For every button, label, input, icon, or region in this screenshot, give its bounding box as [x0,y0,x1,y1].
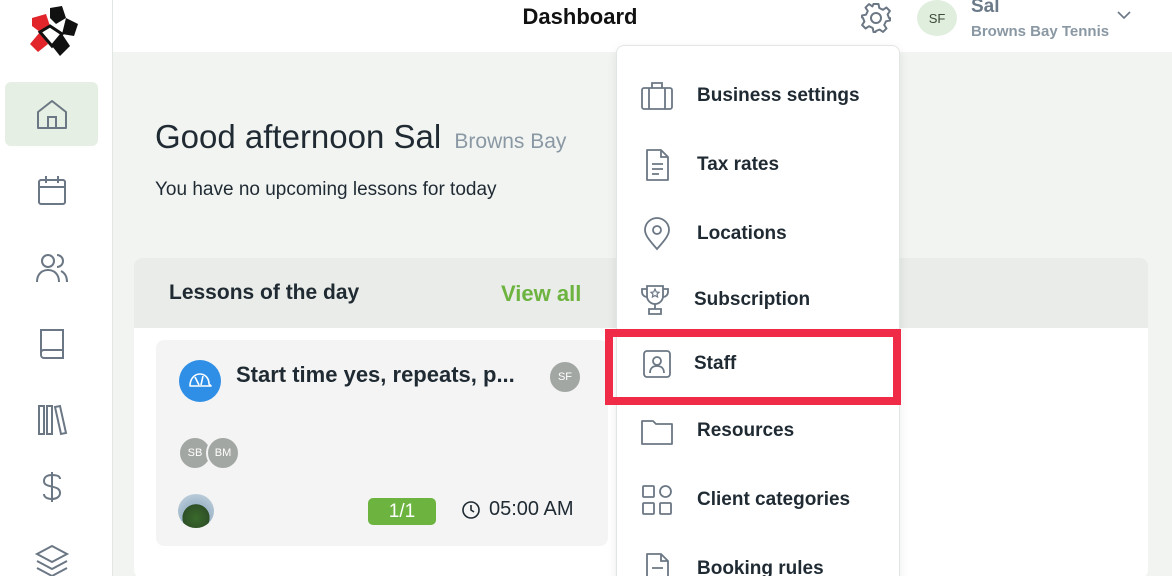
sidebar-item-calendar[interactable] [5,158,98,222]
menu-item-tax-rates[interactable]: Tax rates [617,140,901,190]
menu-item-label: Locations [697,223,787,244]
calendar-icon [37,176,66,205]
library-icon [37,404,67,436]
cap-icon [189,373,212,387]
menu-item-subscription[interactable]: Subscription [617,275,901,325]
lesson-card[interactable]: Start time yes, repeats, p... SF SB BM 1… [156,340,608,546]
user-organization[interactable]: Browns Bay Tennis [971,23,1109,40]
greeting: Good afternoon Sal Browns Bay [155,118,566,156]
users-icon [35,254,68,283]
lesson-type-icon [179,360,221,402]
menu-item-label: Subscription [694,289,811,310]
page-title: Dashboard [522,4,638,29]
document-icon [646,149,669,181]
lesson-name: Start time yes, repeats, p... [236,362,515,387]
sidebar-item-library[interactable] [5,388,98,452]
settings-menu: Business settings Tax rates Locations Su… [616,45,900,576]
greeting-text: Good afternoon Sal [155,118,442,155]
view-all-link[interactable]: View all [501,281,581,307]
no-lessons-message: You have no upcoming lessons for today [155,179,497,200]
menu-item-label: Tax rates [697,154,780,175]
menu-item-label: Resources [697,420,795,441]
sidebar-item-clients[interactable] [5,236,98,300]
sidebar-item-payments[interactable] [5,455,98,519]
participant-avatar: BM [206,436,240,470]
user-name[interactable]: Sal [971,0,1000,18]
home-icon [36,100,67,129]
location-pin-icon [644,217,670,251]
sidebar-item-home[interactable] [5,82,98,146]
menu-item-label: Business settings [697,85,860,106]
book-icon [39,329,64,359]
location-photo [178,494,214,528]
sidebar [0,0,113,576]
trophy-icon [641,285,669,315]
grid-icon [642,485,672,515]
settings-button[interactable] [858,0,894,36]
menu-item-client-categories[interactable]: Client categories [617,475,901,525]
chevron-down-icon[interactable] [1115,6,1133,24]
menu-item-business-settings[interactable]: Business settings [617,71,901,121]
menu-item-resources[interactable]: Resources [617,406,901,456]
user-avatar[interactable]: SF [917,0,957,36]
sidebar-item-book[interactable] [5,312,98,376]
folder-icon [641,420,673,445]
staff-highlight-box [605,329,901,405]
greeting-org: Browns Bay [454,130,567,153]
lesson-time-text: 05:00 AM [489,498,574,520]
menu-item-label: Client categories [697,489,851,510]
lesson-time: 05:00 AM [461,498,574,521]
capacity-badge: 1/1 [368,498,436,525]
briefcase-icon [641,82,673,110]
menu-item-locations[interactable]: Locations [617,209,901,259]
lessons-title: Lessons of the day [169,281,360,304]
app-logo[interactable] [26,4,84,60]
sidebar-item-layers[interactable] [5,528,98,576]
gear-icon [861,3,891,33]
menu-item-booking-rules[interactable]: Booking rules [617,544,901,576]
dollar-icon [42,472,61,502]
clock-icon [462,500,480,519]
coach-avatar: SF [548,360,582,394]
document-rules-icon [646,553,669,576]
layers-icon [34,544,69,576]
menu-item-label: Booking rules [697,558,824,576]
